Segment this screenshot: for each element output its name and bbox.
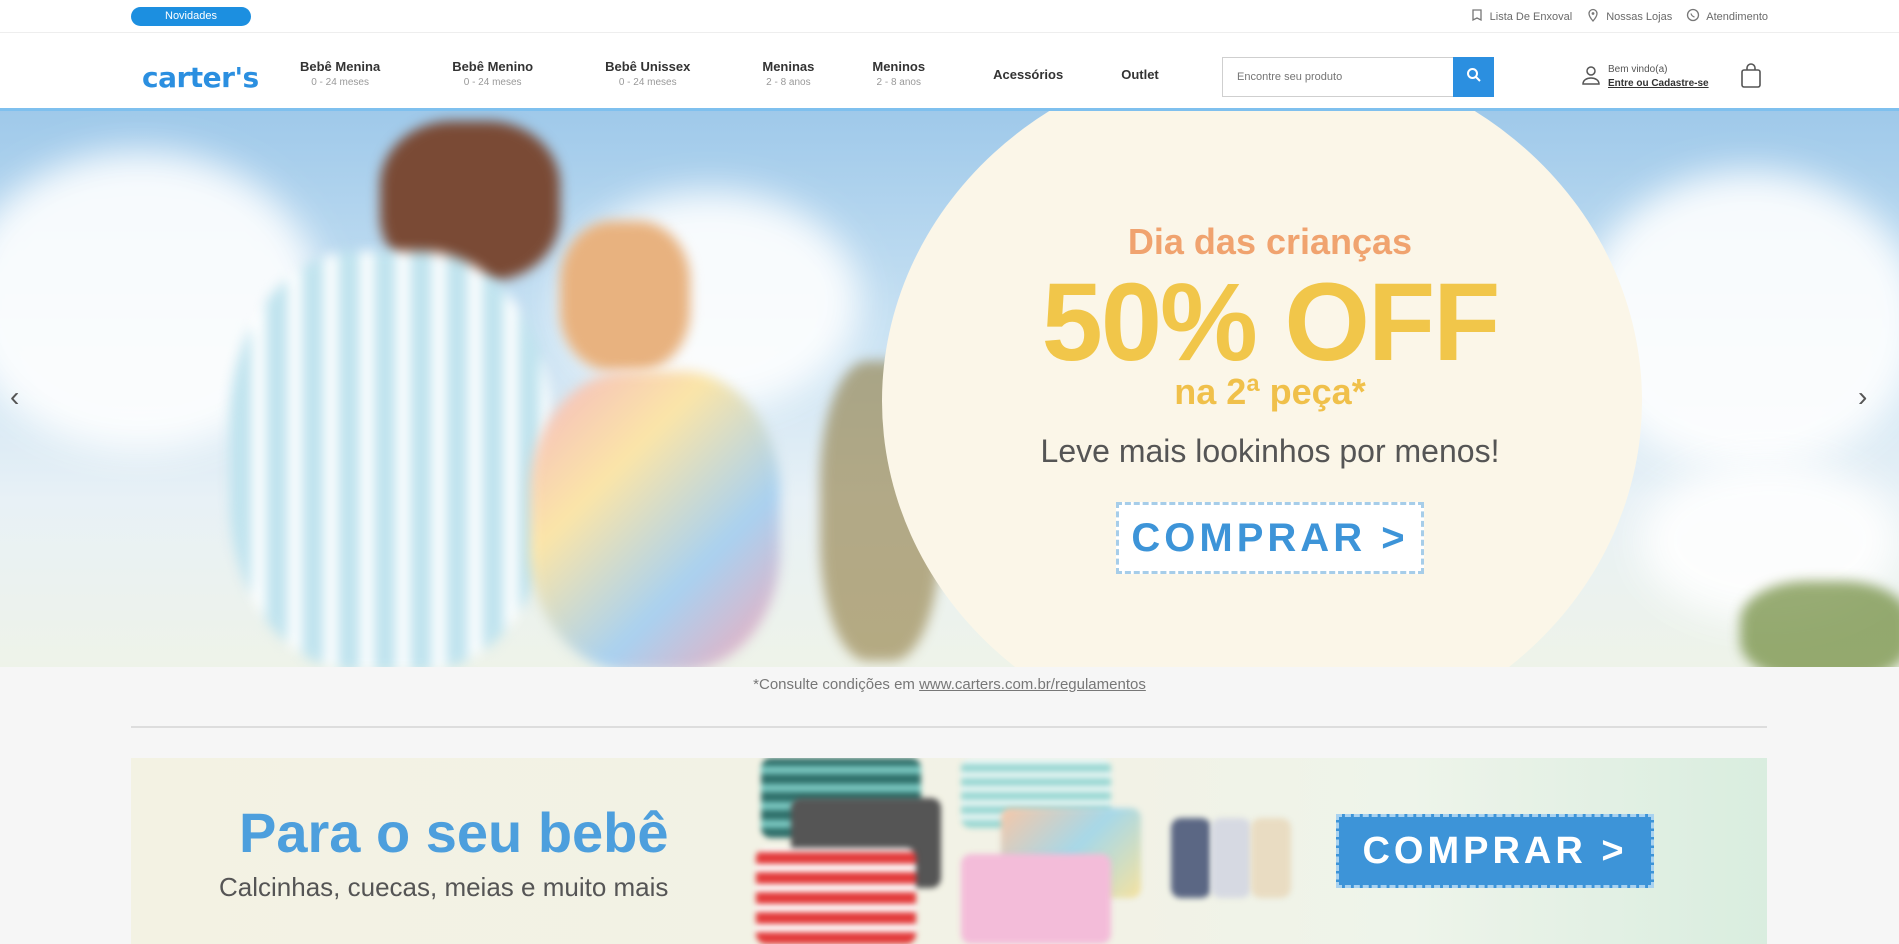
- support-link[interactable]: Atendimento: [1686, 8, 1768, 25]
- regulations-link[interactable]: www.carters.com.br/regulamentos: [919, 676, 1146, 693]
- banner-title: Para o seu bebê: [239, 801, 669, 864]
- nav-label: Outlet: [1121, 67, 1159, 82]
- sock-image: [1171, 818, 1211, 898]
- nav-bebe-menino[interactable]: Bebê Menino 0 - 24 meses: [452, 59, 533, 88]
- nav-meninas[interactable]: Meninas 2 - 8 anos: [762, 59, 814, 88]
- utility-links: Lista De Enxoval Nossas Lojas Atendiment…: [1470, 8, 1768, 25]
- cart-button[interactable]: [1740, 63, 1762, 94]
- nav-acessorios[interactable]: Acessórios: [993, 59, 1063, 88]
- hero-banner[interactable]: Dia das crianças 50% OFF na 2ª peça* Lev…: [0, 111, 1899, 667]
- gift-list-icon: [1470, 8, 1484, 25]
- account-greeting: Bem vindo(a): [1608, 64, 1668, 75]
- nav-age-range: 0 - 24 meses: [618, 77, 677, 88]
- sock-image: [1211, 818, 1251, 898]
- location-pin-icon: [1586, 8, 1600, 25]
- section-divider: [131, 726, 1767, 728]
- disclaimer-text: *Consulte condições em: [753, 676, 920, 693]
- promo-content: Dia das crianças 50% OFF na 2ª peça* Lev…: [950, 221, 1590, 574]
- boy-shirt-image: [230, 251, 550, 667]
- stores-label: Nossas Lojas: [1606, 10, 1673, 23]
- nav-label: Bebê Menino: [452, 59, 534, 74]
- login-link[interactable]: Entre ou Cadastre-se: [1608, 77, 1709, 91]
- hero-buy-button[interactable]: COMPRAR >: [1116, 502, 1424, 574]
- main-nav: Bebê Menina 0 - 24 meses Bebê Menino 0 -…: [300, 59, 1231, 88]
- nav-age-range: 0 - 24 meses: [463, 77, 522, 88]
- carousel-next-arrow[interactable]: ›: [1858, 381, 1867, 413]
- promo-tagline: Leve mais lookinhos por menos!: [1040, 433, 1500, 469]
- nav-bebe-unissex[interactable]: Bebê Unissex 0 - 24 meses: [605, 59, 690, 88]
- nav-meninos[interactable]: Meninos 2 - 8 anos: [872, 59, 925, 88]
- user-icon: [1580, 64, 1602, 91]
- tree-image: [1740, 581, 1899, 667]
- girl-dress-image: [530, 371, 780, 667]
- stores-link[interactable]: Nossas Lojas: [1586, 8, 1672, 25]
- underwear-image: [756, 848, 916, 944]
- disclaimer: *Consulte condições em www.carters.com.b…: [0, 676, 1899, 693]
- nav-label: Meninos: [872, 59, 926, 74]
- girl-head-image: [560, 221, 690, 371]
- enxoval-label: Lista De Enxoval: [1489, 10, 1573, 23]
- underwear-image: [961, 854, 1111, 944]
- nav-outlet[interactable]: Outlet: [1121, 59, 1159, 88]
- utility-bar: Novidades Lista De Enxoval Nossas Lojas …: [0, 0, 1899, 33]
- promo-title: Dia das crianças: [1127, 221, 1413, 262]
- carters-logo[interactable]: carter's: [142, 61, 259, 94]
- carousel-prev-arrow[interactable]: ‹: [10, 381, 19, 413]
- support-label: Atendimento: [1706, 10, 1768, 23]
- nav-label: Meninas: [762, 59, 815, 74]
- baby-underwear-banner[interactable]: Para o seu bebê Calcinhas, cuecas, meias…: [131, 758, 1767, 944]
- search-button[interactable]: [1453, 57, 1494, 97]
- main-header: carter's Bebê Menina 0 - 24 meses Bebê M…: [0, 33, 1899, 111]
- account-text: Bem vindo(a) Entre ou Cadastre-se: [1608, 63, 1709, 91]
- promo-discount: 50% OFF: [1041, 261, 1501, 384]
- account-area[interactable]: Bem vindo(a) Entre ou Cadastre-se: [1580, 63, 1709, 91]
- banner-subtitle: Calcinhas, cuecas, meias e muito mais: [219, 872, 669, 902]
- nav-age-range: 2 - 8 anos: [876, 77, 921, 88]
- search-box: [1222, 57, 1494, 97]
- nav-age-range: 0 - 24 meses: [311, 77, 369, 88]
- nav-label: Bebê Menina: [300, 59, 381, 74]
- nav-label: Bebê Unissex: [605, 59, 691, 74]
- whatsapp-icon: [1686, 8, 1700, 25]
- search-icon: [1466, 67, 1482, 88]
- nav-age-range: 2 - 8 anos: [766, 77, 811, 88]
- nav-bebe-menina[interactable]: Bebê Menina 0 - 24 meses: [300, 59, 380, 88]
- novidades-badge[interactable]: Novidades: [131, 7, 251, 26]
- sock-image: [1251, 818, 1291, 898]
- enxoval-link[interactable]: Lista De Enxoval: [1470, 8, 1573, 25]
- nav-label: Acessórios: [993, 67, 1064, 82]
- search-input[interactable]: [1223, 58, 1453, 96]
- banner-buy-button[interactable]: COMPRAR >: [1336, 814, 1654, 888]
- shopping-bag-icon: [1740, 63, 1762, 93]
